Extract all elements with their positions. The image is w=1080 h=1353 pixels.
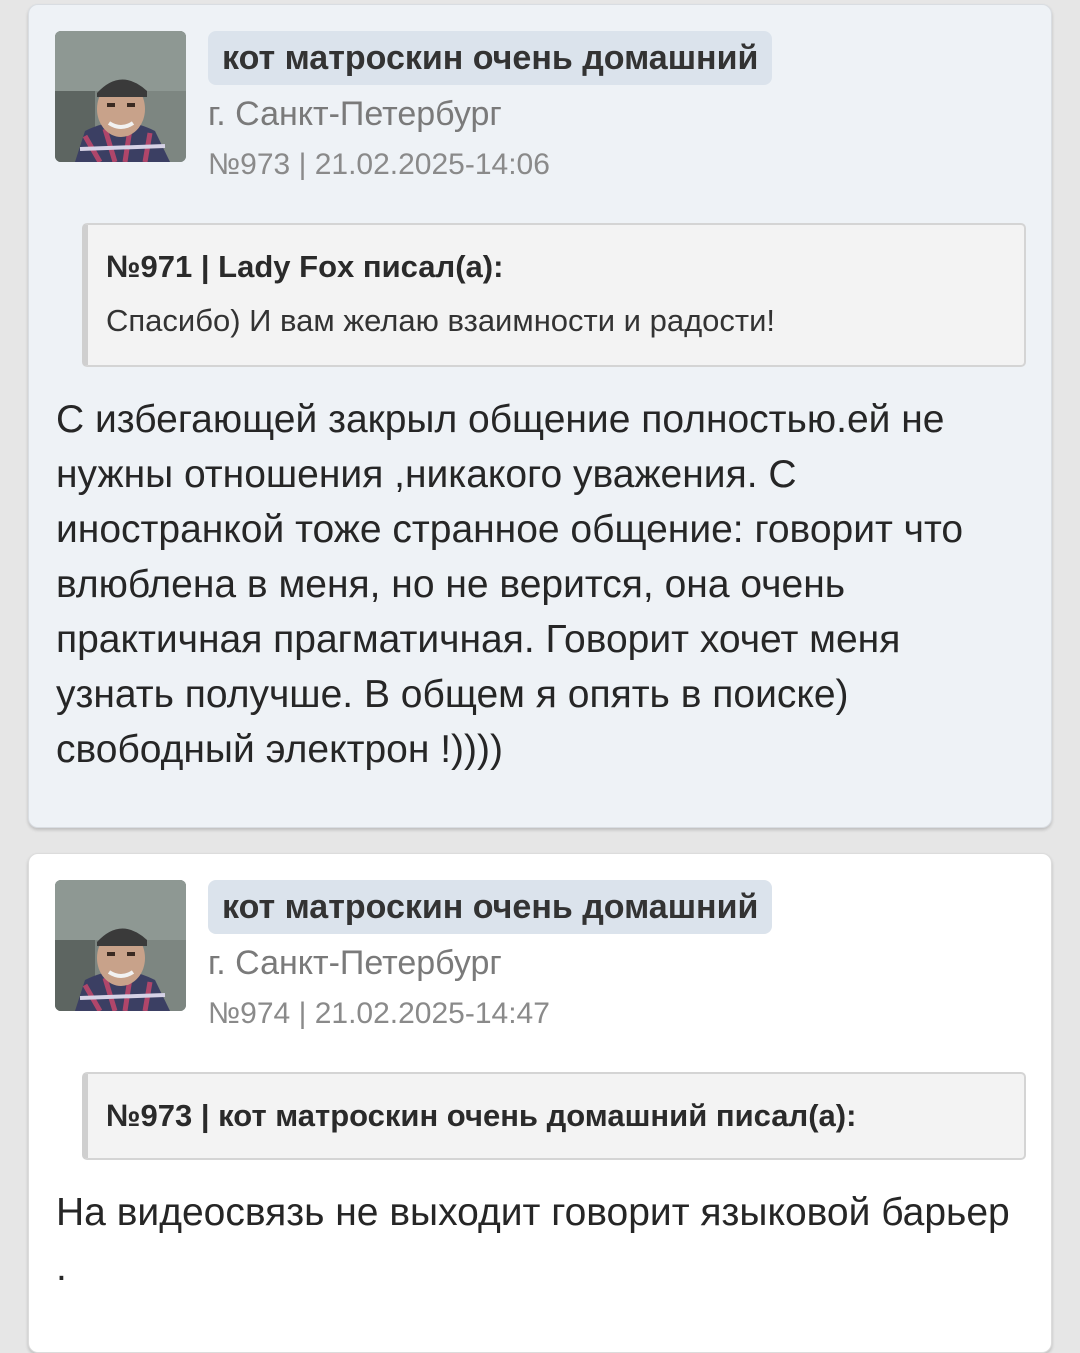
quote-header[interactable]: №973 | кот матроскин очень домашний писа…: [106, 1096, 1004, 1136]
post-meta: №973 | 21.02.2025-14:06: [208, 148, 550, 181]
avatar-photo: [55, 880, 186, 1011]
author-city: г. Санкт-Петербург: [208, 95, 502, 133]
author-name[interactable]: кот матроскин очень домашний: [208, 880, 773, 934]
quote-header[interactable]: №971 | Lady Fox писал(а):: [106, 247, 1004, 287]
avatar-photo: [55, 31, 186, 162]
quote-block: №973 | кот матроскин очень домашний писа…: [82, 1072, 1026, 1160]
post-text: На видеосвязь не выходит говорит языково…: [56, 1191, 1010, 1289]
quote-block: №971 | Lady Fox писал(а): Спасибо) И вам…: [82, 223, 1026, 367]
post-text: С избегающей закрыл общение полностью.ей…: [56, 398, 964, 771]
forum-post: кот матроскин очень домашний г. Санкт-Пе…: [28, 853, 1052, 1353]
author-city: г. Санкт-Петербург: [208, 944, 502, 982]
avatar[interactable]: [55, 880, 186, 1011]
quote-text: Спасибо) И вам желаю взаимности и радост…: [106, 303, 776, 338]
post-meta: №974 | 21.02.2025-14:47: [208, 997, 550, 1030]
forum-post: кот матроскин очень домашний г. Санкт-Пе…: [28, 4, 1052, 828]
avatar[interactable]: [55, 31, 186, 162]
author-name[interactable]: кот матроскин очень домашний: [208, 31, 773, 85]
